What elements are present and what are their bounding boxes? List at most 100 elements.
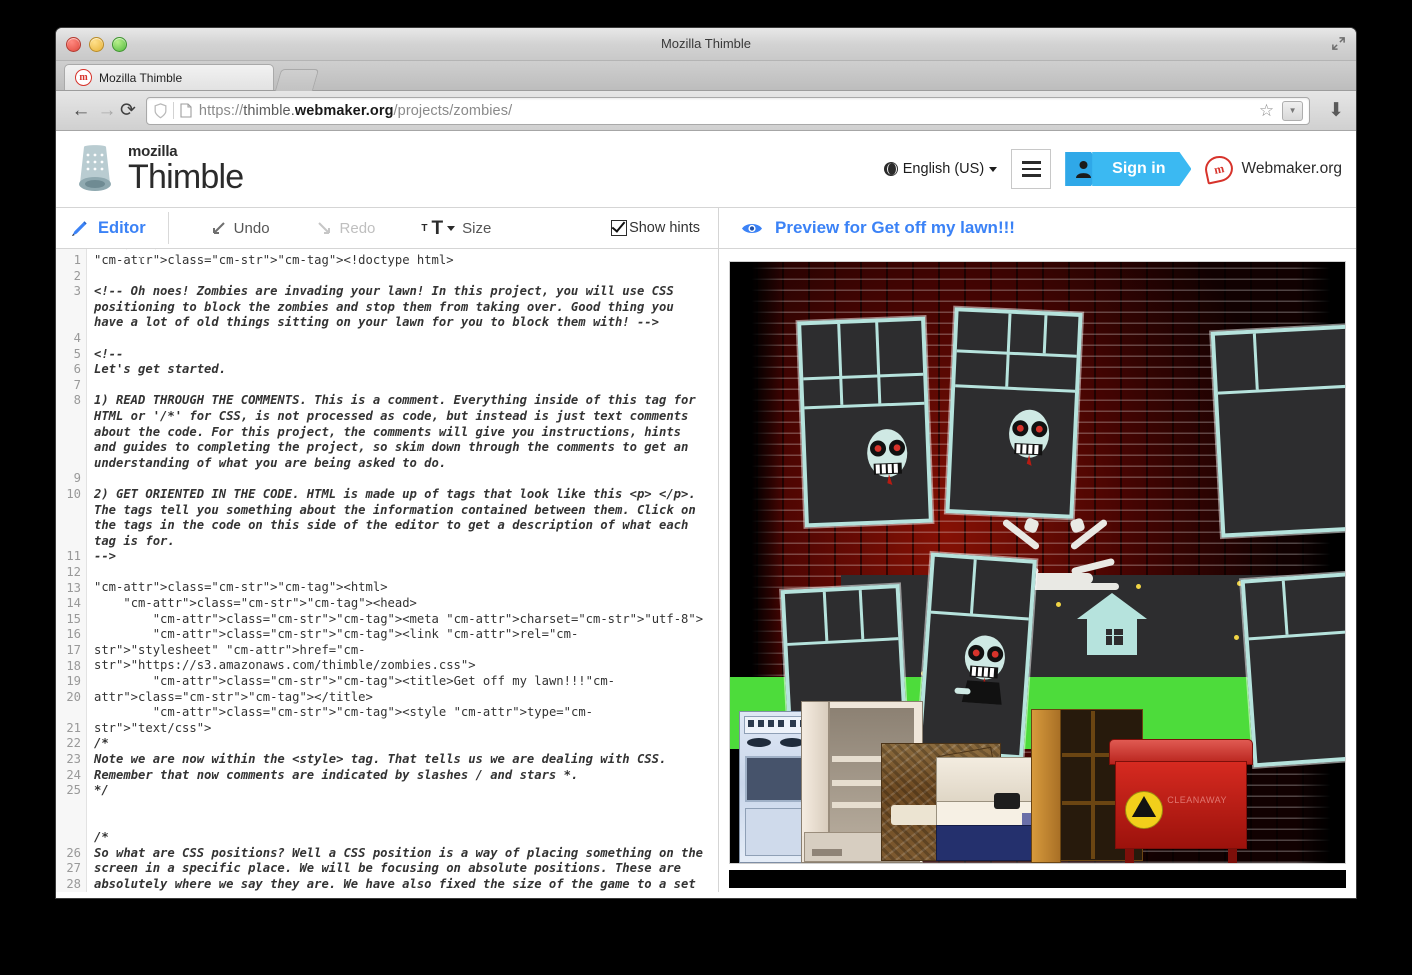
app-header: mozilla Thimble English (US) Sign in m W… xyxy=(56,131,1356,208)
tab-editor[interactable]: Editor xyxy=(56,208,169,248)
address-bar[interactable]: https://thimble.webmaker.org/projects/zo… xyxy=(145,96,1311,125)
undo-button[interactable]: Undo xyxy=(210,220,270,237)
webmaker-link[interactable]: m Webmaker.org xyxy=(1203,153,1342,185)
line-number: 5 xyxy=(73,346,81,361)
line-number: 16 xyxy=(66,627,81,642)
code-line[interactable]: Let's get started. xyxy=(94,362,710,378)
shield-icon xyxy=(154,102,167,118)
thimble-logo[interactable]: mozilla Thimble xyxy=(56,143,244,196)
house-icon xyxy=(1077,592,1148,655)
editor-toolbar: Editor Undo Redo T T Size Show hints Pre… xyxy=(56,208,1356,249)
code-line[interactable] xyxy=(94,814,710,830)
webmaker-label: Webmaker.org xyxy=(1241,160,1342,177)
code-line[interactable]: "cm-attr">class="cm-str">"cm-tag"><link … xyxy=(94,627,710,674)
zombie-figure-icon xyxy=(953,636,1005,706)
reload-button[interactable]: ⟳ xyxy=(120,99,136,122)
language-selector[interactable]: English (US) xyxy=(883,161,998,177)
code-line[interactable]: */ xyxy=(94,783,710,799)
code-line[interactable]: /* xyxy=(94,736,710,752)
size-big-glyph: T xyxy=(431,217,444,239)
line-number: 13 xyxy=(66,580,81,595)
preview-pane: CLEANAWAY xyxy=(719,249,1356,892)
toolbar-right-group: Preview for Get off my lawn!!! xyxy=(718,208,1356,248)
star-dot xyxy=(1055,601,1061,607)
line-number: 10 xyxy=(66,486,81,501)
code-line[interactable] xyxy=(94,331,710,347)
code-line[interactable]: "cm-attr">class="cm-str">"cm-tag"><style… xyxy=(94,705,710,736)
new-tab-button[interactable] xyxy=(274,69,320,91)
show-hints-checkbox[interactable] xyxy=(611,220,628,236)
code-content[interactable]: "cm-attr">class="cm-str">"cm-tag"><!doct… xyxy=(87,249,718,892)
code-line[interactable]: "cm-attr">class="cm-str">"cm-tag"><!doct… xyxy=(94,253,710,269)
preview-bottom-bar xyxy=(729,870,1346,888)
line-number: 19 xyxy=(66,674,81,689)
download-arrow-icon[interactable]: ⬇ xyxy=(1328,99,1344,122)
fullscreen-icon[interactable] xyxy=(1331,36,1346,51)
size-button[interactable]: T T Size xyxy=(421,219,491,238)
show-hints-toggle[interactable]: Show hints xyxy=(611,220,700,236)
url-text: https://thimble.webmaker.org/projects/zo… xyxy=(199,103,512,119)
code-line[interactable] xyxy=(94,799,710,815)
code-line[interactable]: 1) READ THROUGH THE COMMENTS. This is a … xyxy=(94,393,710,471)
undo-arrow-icon xyxy=(212,221,225,234)
dumpster-label: CLEANAWAY xyxy=(1167,795,1227,805)
code-line[interactable]: So what are CSS positions? Well a CSS po… xyxy=(94,846,710,892)
code-line[interactable]: 2) GET ORIENTED IN THE CODE. HTML is mad… xyxy=(94,487,710,549)
hamburger-icon[interactable] xyxy=(1011,149,1052,189)
redo-button[interactable]: Redo xyxy=(316,220,375,237)
chevron-down-icon xyxy=(447,225,456,231)
code-line[interactable] xyxy=(94,471,710,487)
code-line[interactable]: "cm-attr">class="cm-str">"cm-tag"><head> xyxy=(94,596,710,612)
code-line[interactable]: /* xyxy=(94,830,710,846)
code-line[interactable] xyxy=(94,565,710,581)
line-number-gutter: 1 2 3 4 5 6 7 8 9 10 11 12 13 14 15 16 17 18 19 20 21 22 23 24 2… xyxy=(56,249,87,892)
header-actions: English (US) Sign in m Webmaker.org xyxy=(883,149,1356,189)
preview-frame[interactable]: CLEANAWAY xyxy=(729,261,1346,864)
logo-thimble-text: Thimble xyxy=(128,158,244,196)
zombie-face-icon xyxy=(866,429,907,486)
line-number: 9 xyxy=(73,471,81,486)
wall-window xyxy=(916,553,1037,761)
line-number: 1 xyxy=(73,253,81,267)
line-number: 17 xyxy=(66,642,81,657)
line-number: 2 xyxy=(73,268,81,283)
code-line[interactable] xyxy=(94,269,710,285)
browser-tab[interactable]: m Mozilla Thimble xyxy=(64,64,274,90)
star-icon[interactable]: ☆ xyxy=(1259,101,1276,121)
line-number: 6 xyxy=(73,362,81,377)
code-line[interactable] xyxy=(94,378,710,394)
sign-in-button[interactable]: Sign in xyxy=(1065,152,1191,186)
code-line[interactable]: Note we are now within the <style> tag. … xyxy=(94,752,710,783)
line-number: 11 xyxy=(66,549,81,564)
chevron-down-icon[interactable]: ▼ xyxy=(1282,100,1304,121)
line-number: 3 xyxy=(73,284,81,299)
line-number: 28 xyxy=(66,876,81,891)
main-split: 1 2 3 4 5 6 7 8 9 10 11 12 13 14 15 16 17 18 19 20 21 22 23 24 2… xyxy=(56,249,1356,892)
line-number: 22 xyxy=(66,736,81,751)
line-number: 12 xyxy=(66,564,81,579)
star-dot xyxy=(1234,634,1240,640)
size-label: Size xyxy=(462,219,492,237)
line-number: 18 xyxy=(66,658,81,673)
chevron-down-icon xyxy=(989,166,998,172)
line-number: 8 xyxy=(73,393,81,408)
title-bar: Mozilla Thimble xyxy=(56,28,1356,61)
code-editor[interactable]: 1 2 3 4 5 6 7 8 9 10 11 12 13 14 15 16 17 18 19 20 21 22 23 24 2… xyxy=(56,249,718,892)
code-line[interactable]: --> xyxy=(94,549,710,565)
line-number: 20 xyxy=(66,689,81,704)
game-stage: CLEANAWAY xyxy=(730,262,1345,863)
back-button[interactable]: ← xyxy=(68,100,94,122)
language-label: English (US) xyxy=(902,161,985,177)
code-line[interactable]: "cm-attr">class="cm-str">"cm-tag"><title… xyxy=(94,674,710,705)
code-line[interactable]: <!-- Oh noes! Zombies are invading your … xyxy=(94,284,710,331)
code-line[interactable]: "cm-attr">class="cm-str">"cm-tag"><meta … xyxy=(94,611,710,628)
forward-button[interactable]: → xyxy=(94,100,120,122)
code-line[interactable]: <!-- xyxy=(94,347,710,363)
zombie-face-icon xyxy=(1009,410,1050,467)
globe-icon xyxy=(883,162,898,176)
page-document-icon xyxy=(180,103,192,118)
eye-icon[interactable] xyxy=(741,221,763,236)
size-small-glyph: T xyxy=(421,222,428,234)
mozilla-favicon-icon: m xyxy=(75,69,92,86)
code-line[interactable]: "cm-attr">class="cm-str">"cm-tag"><html> xyxy=(94,580,710,596)
